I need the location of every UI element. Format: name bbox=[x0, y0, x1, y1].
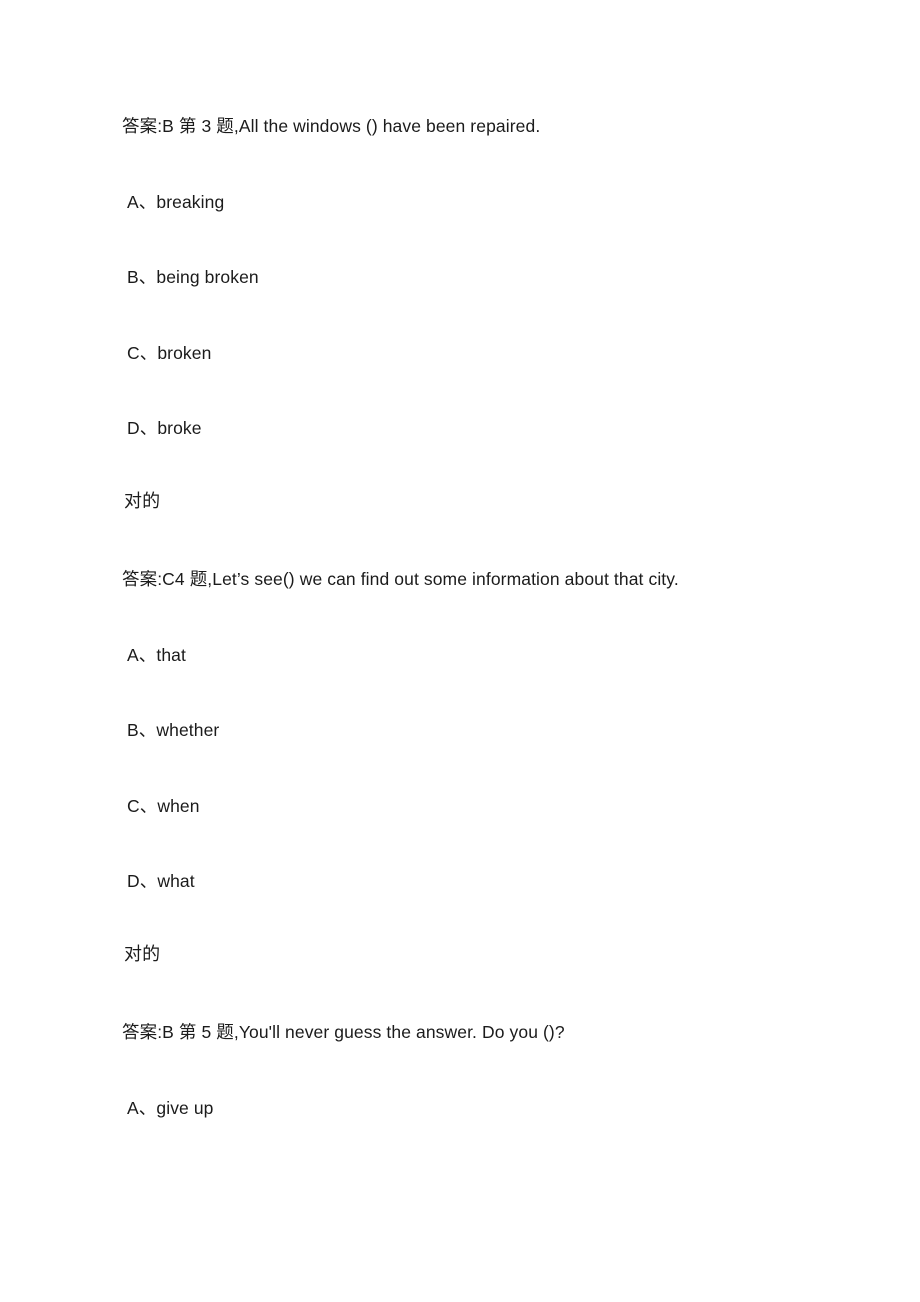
option-row: C、broken bbox=[127, 340, 211, 366]
option-label: B、 bbox=[127, 267, 157, 287]
option-text: being broken bbox=[156, 267, 259, 287]
option-text: when bbox=[157, 796, 200, 816]
option-text: broken bbox=[157, 343, 212, 363]
option-label: D、 bbox=[127, 871, 158, 891]
option-row: A、breaking bbox=[127, 189, 224, 215]
option-row: A、give up bbox=[127, 1095, 214, 1121]
option-text: breaking bbox=[156, 192, 225, 212]
option-text: give up bbox=[156, 1098, 214, 1118]
question-heading: 答案:C4 题,Let’s see() we can find out some… bbox=[122, 569, 679, 589]
option-label: A、 bbox=[127, 645, 157, 665]
option-label: C、 bbox=[127, 796, 158, 816]
question-heading: 答案:B 第 3 题,All the windows () have been … bbox=[122, 116, 541, 136]
question-heading: 答案:B 第 5 题,You'll never guess the answer… bbox=[122, 1022, 565, 1042]
option-row: B、whether bbox=[127, 717, 219, 743]
option-row: C、when bbox=[127, 793, 200, 819]
option-text: that bbox=[156, 645, 186, 665]
option-row: B、being broken bbox=[127, 264, 259, 290]
option-row: D、what bbox=[127, 868, 195, 894]
document-page: 答案:B 第 3 题,All the windows () have been … bbox=[0, 0, 920, 1302]
option-label: A、 bbox=[127, 192, 157, 212]
option-row: A、that bbox=[127, 642, 186, 668]
correct-marker: 对的 bbox=[124, 944, 161, 965]
option-text: whether bbox=[156, 720, 220, 740]
option-label: C、 bbox=[127, 343, 158, 363]
option-row: D、broke bbox=[127, 415, 202, 441]
option-label: D、 bbox=[127, 418, 158, 438]
option-label: B、 bbox=[127, 720, 157, 740]
option-text: broke bbox=[157, 418, 202, 438]
option-text: what bbox=[157, 871, 195, 891]
correct-marker: 对的 bbox=[124, 491, 161, 512]
option-label: A、 bbox=[127, 1098, 157, 1118]
